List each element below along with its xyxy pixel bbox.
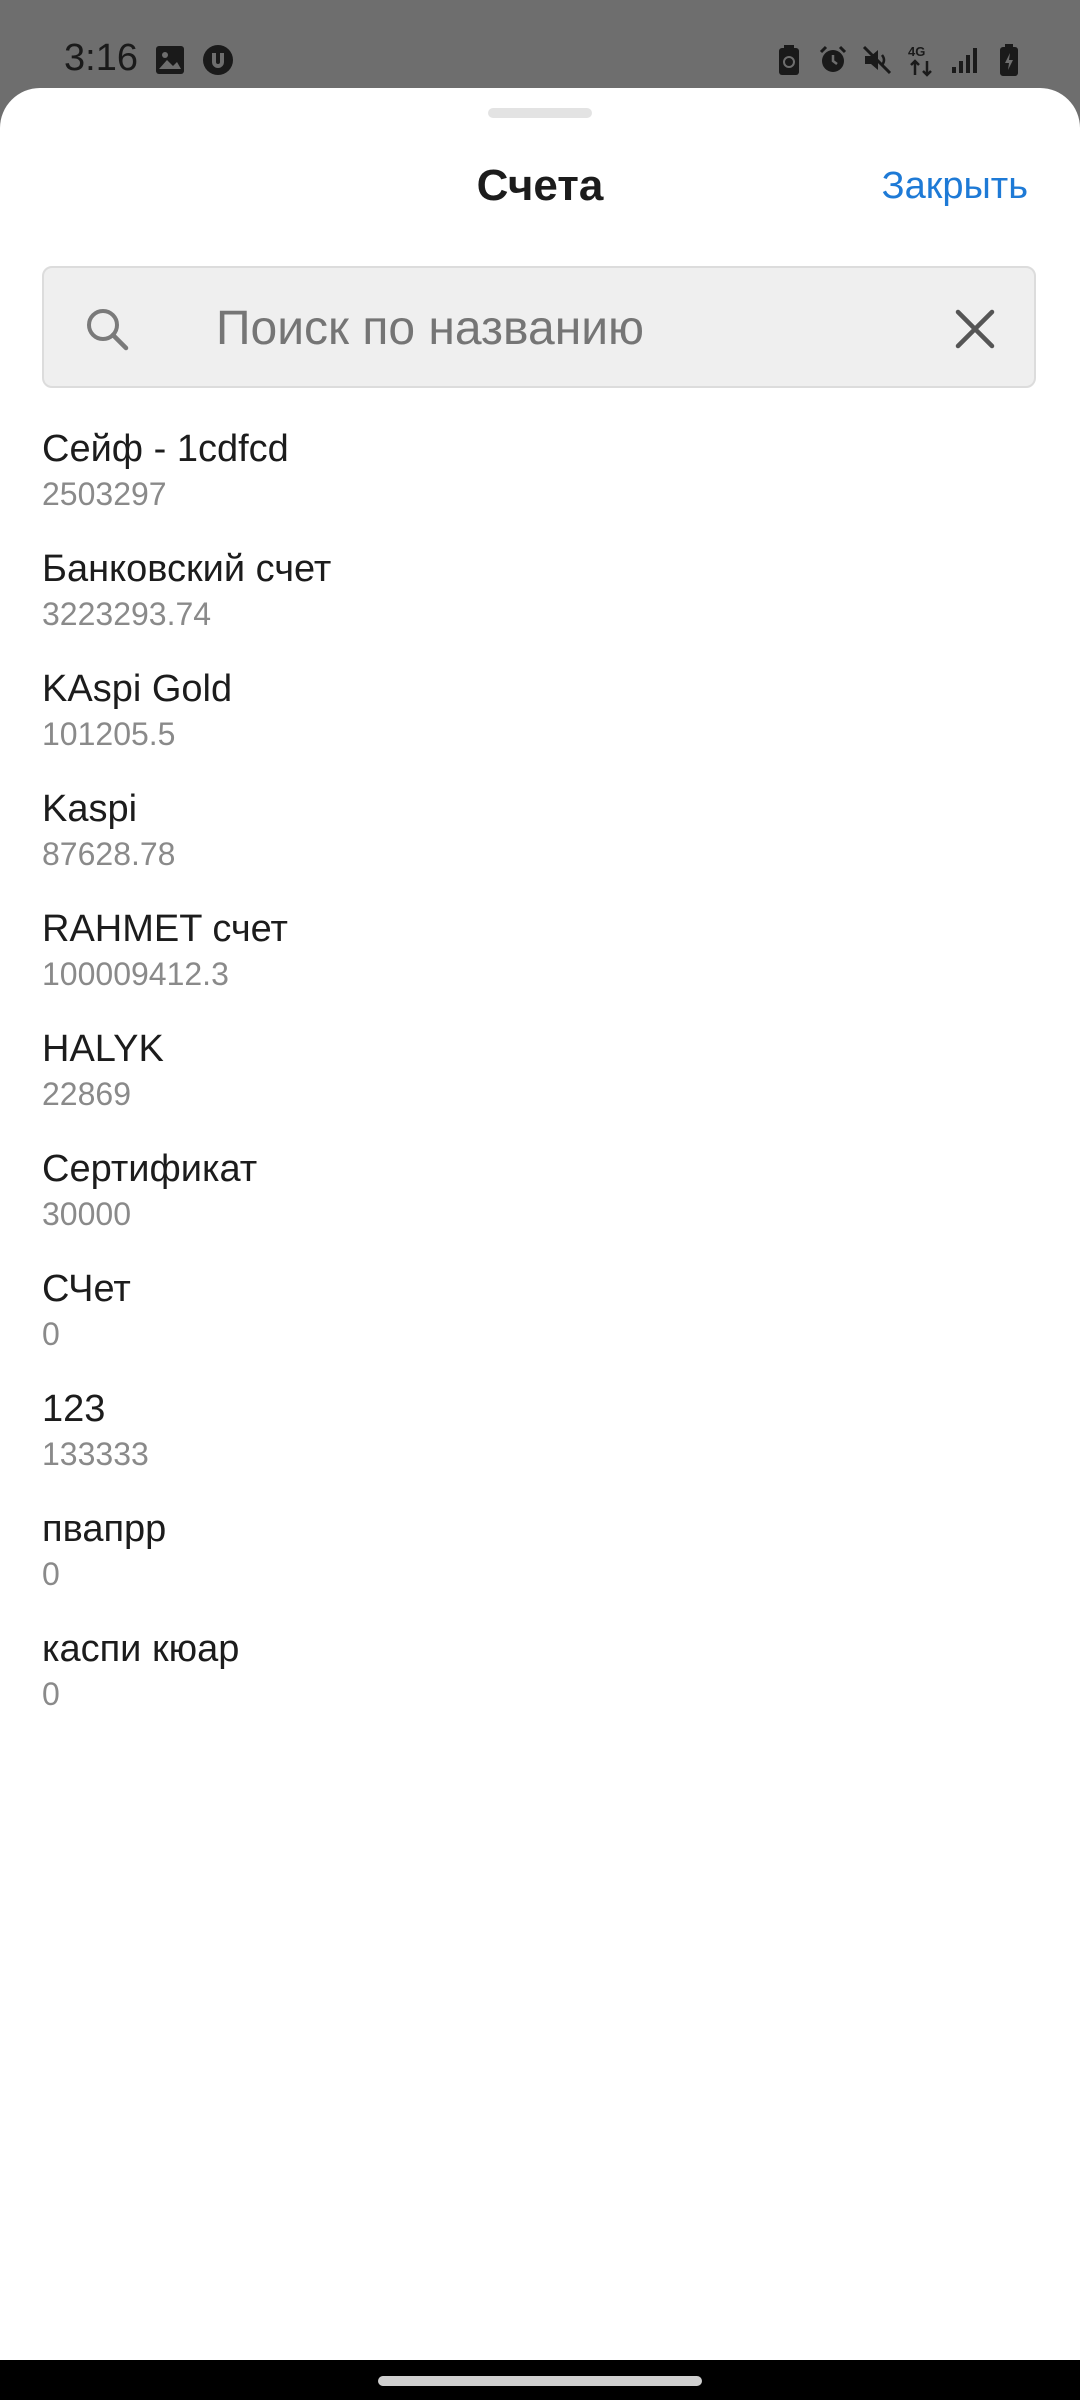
account-name: СЧет [42,1268,131,1310]
account-item[interactable]: Банковский счет 3223293.74 [0,544,1080,664]
account-item[interactable]: RAHMET счет 100009412.3 [0,904,1080,1024]
account-name: Kaspi [42,788,138,830]
status-bar: 3:16 4G [0,0,1080,88]
battery-saver-icon [774,44,804,76]
account-balance: 133333 [42,1436,149,1472]
u-badge-icon [202,44,234,76]
account-item[interactable]: KAspi Gold 101205.5 [0,664,1080,784]
account-balance: 3223293.74 [42,596,212,632]
account-name: Банковский счет [42,548,332,590]
account-item[interactable]: пвапрр 0 [0,1504,1080,1624]
account-name: RAHMET счет [42,908,288,950]
account-item[interactable]: каспи кюар 0 [0,1624,1080,1744]
account-list: Сейф - 1cdfcd 2503297 Банковский счет 32… [0,424,1080,1744]
account-item[interactable]: Kaspi 87628.78 [0,784,1080,904]
image-icon [154,44,186,76]
account-balance: 0 [42,1676,60,1712]
search-box[interactable] [42,266,1036,388]
account-item[interactable]: СЧет 0 [0,1264,1080,1384]
account-name: HALYK [42,1028,164,1070]
search-input[interactable] [216,288,936,368]
status-time: 3:16 [64,37,138,79]
account-name: пвапрр [42,1508,167,1550]
network-4g-icon: 4G [906,44,936,77]
account-name: Сертификат [42,1148,258,1190]
account-name: Сейф - 1cdfcd [42,428,289,470]
account-balance: 30000 [42,1196,131,1232]
home-indicator[interactable] [378,2376,702,2386]
close-button[interactable]: Закрыть [882,162,1028,210]
account-item[interactable]: Сертификат 30000 [0,1144,1080,1264]
account-balance: 101205.5 [42,716,176,752]
network-label: 4G [908,44,925,59]
accounts-sheet: Счета Закрыть Сейф - 1cdfcd 2503297 [0,88,1080,2360]
navigation-bar [0,2360,1080,2400]
account-item[interactable]: 123 133333 [0,1384,1080,1504]
drag-handle[interactable] [488,108,592,118]
account-name: каспи кюар [42,1628,240,1670]
mute-icon [862,44,892,76]
account-name: KAspi Gold [42,668,233,710]
account-balance: 0 [42,1556,60,1592]
account-balance: 22869 [42,1076,131,1112]
account-item[interactable]: Сейф - 1cdfcd 2503297 [0,424,1080,544]
account-balance: 0 [42,1316,60,1352]
status-icons: 4G [774,40,1024,80]
screen: 3:16 4G Счета Закрыть Поиск по названию … [0,0,1080,2400]
search-icon [82,304,132,354]
account-name: 123 [42,1388,106,1430]
close-icon[interactable] [952,306,998,352]
battery-icon [994,44,1024,76]
signal-icon [950,44,980,76]
account-balance: 87628.78 [42,836,176,872]
account-balance: 2503297 [42,476,167,512]
alarm-icon [818,44,848,76]
account-item[interactable]: HALYK 22869 [0,1024,1080,1144]
account-balance: 100009412.3 [42,956,229,992]
